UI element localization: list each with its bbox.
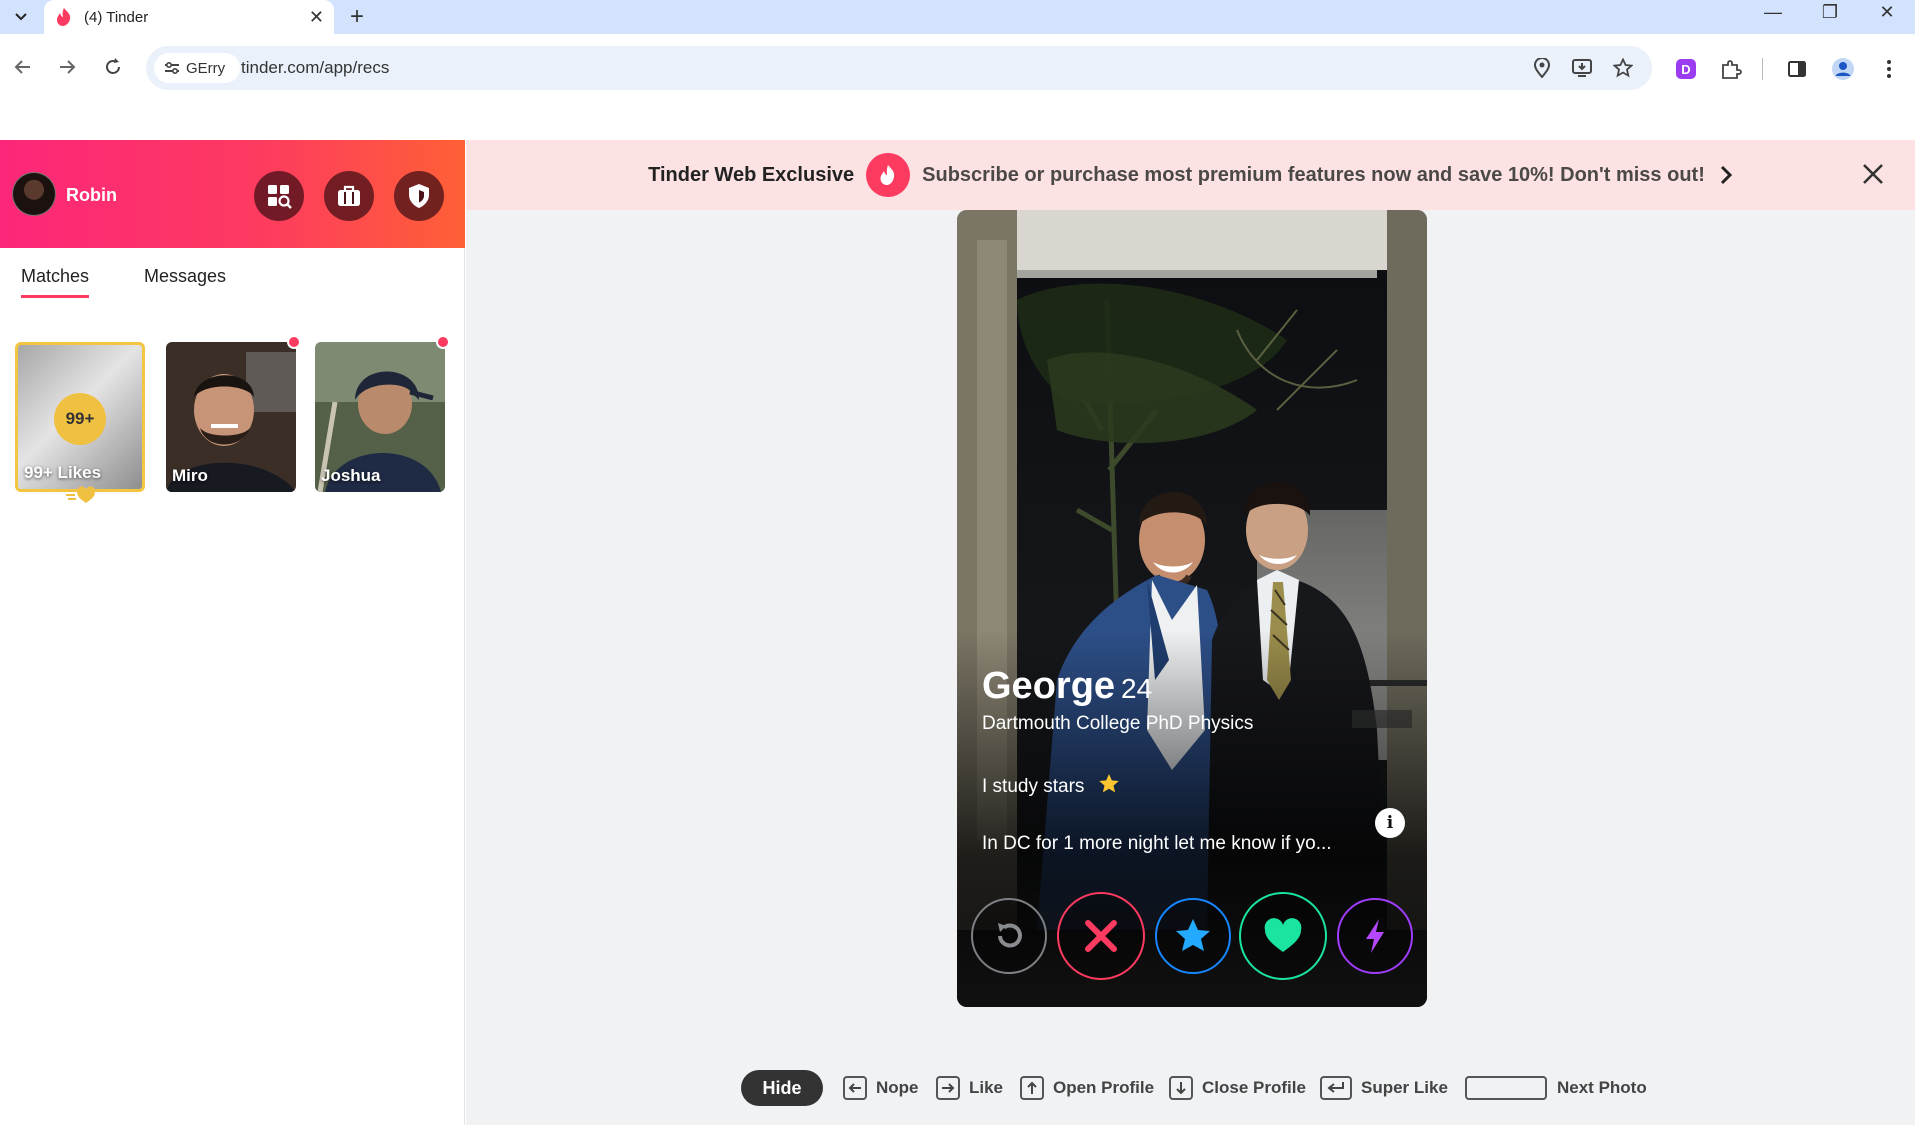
gold-heart-icon (64, 486, 96, 503)
sidebar-header: Robin (0, 140, 465, 248)
toolbar-divider (1762, 58, 1763, 80)
rewind-icon (998, 923, 1022, 948)
restore-button[interactable]: ❐ (1815, 2, 1845, 23)
shortcut-next-photo-label: Next Photo (1557, 1078, 1647, 1097)
side-panel-icon[interactable] (1784, 56, 1810, 82)
shortcut-close-profile-label: Close Profile (1202, 1078, 1306, 1097)
profile-avatar-icon[interactable] (1830, 56, 1856, 82)
profile-age: 24 (1121, 673, 1153, 704)
tinder-flame-icon (57, 8, 71, 26)
super-like-button[interactable] (1155, 898, 1231, 974)
extensions-puzzle-icon[interactable] (1718, 56, 1744, 82)
shortcut-super-like-label: Super Like (1361, 1078, 1448, 1097)
info-icon[interactable]: i (1375, 808, 1405, 838)
tab-close-icon[interactable]: ✕ (309, 7, 324, 28)
right-arrow-key-icon (936, 1076, 960, 1100)
match-card-miro[interactable]: Miro (166, 342, 296, 492)
minimize-button[interactable]: — (1758, 2, 1788, 23)
sidebar-tabs: Matches Messages (0, 266, 465, 306)
browser-toolbar: GErry tinder.com/app/recs D (0, 34, 1915, 102)
shortcut-nope-label: Nope (876, 1078, 919, 1097)
tab-search-button[interactable] (8, 5, 34, 29)
hide-shortcuts-button[interactable]: Hide (741, 1070, 823, 1106)
chevron-right-icon[interactable] (1719, 164, 1733, 186)
likes-card[interactable]: 99+ 99+ Likes (15, 342, 145, 492)
location-icon[interactable] (1530, 56, 1554, 80)
space-key-icon (1465, 1076, 1547, 1100)
bookmark-star-icon[interactable] (1611, 56, 1635, 80)
new-tab-button[interactable]: + (350, 3, 364, 31)
like-button[interactable] (1239, 892, 1327, 980)
briefcase-icon (338, 185, 360, 206)
banner-flame-icon (866, 153, 911, 197)
unread-dot-miro (287, 335, 301, 349)
address-bar[interactable]: GErry tinder.com/app/recs (146, 46, 1652, 90)
close-window-button[interactable]: ✕ (1872, 2, 1902, 23)
up-arrow-key-icon (1020, 1076, 1044, 1100)
main-area: Tinder Web Exclusive Subscribe or purcha… (466, 140, 1915, 1125)
browser-tab[interactable]: (4) Tinder ✕ (44, 0, 334, 34)
promo-banner[interactable]: Tinder Web Exclusive Subscribe or purcha… (466, 140, 1915, 210)
arrow-right-icon (60, 60, 76, 74)
browser-tabstrip: (4) Tinder ✕ + — ❐ ✕ (0, 0, 1915, 34)
shortcut-open-profile-label: Open Profile (1053, 1078, 1155, 1097)
reload-button[interactable] (98, 52, 128, 82)
profile-bio-line2: In DC for 1 more night let me know if yo… (982, 833, 1332, 854)
down-arrow-key-icon (1169, 1076, 1193, 1100)
likes-count-badge: 99+ (54, 393, 106, 445)
tab-title: (4) Tinder (84, 8, 149, 26)
explore-button[interactable] (254, 171, 304, 221)
tab-messages[interactable]: Messages (144, 266, 226, 295)
profile-name[interactable]: George 24 (982, 665, 1152, 708)
match-name-joshua: Joshua (321, 466, 381, 485)
left-arrow-key-icon (843, 1076, 867, 1100)
work-mode-button[interactable] (324, 171, 374, 221)
likes-label: 99+ Likes (24, 463, 102, 482)
close-icon[interactable] (1861, 162, 1885, 186)
star-emoji-icon (1098, 774, 1119, 793)
boost-bolt-icon (1366, 919, 1384, 953)
banner-title: Tinder Web Exclusive (648, 163, 855, 186)
tune-icon (165, 61, 179, 75)
shield-icon (409, 184, 429, 208)
unread-dot-joshua (436, 335, 450, 349)
nope-x-icon (1085, 920, 1117, 952)
profile-bio-line1: I study stars (982, 773, 1120, 798)
chevron-down-icon (15, 13, 27, 21)
url-text[interactable]: tinder.com/app/recs (241, 58, 389, 78)
explore-grid-search-icon (268, 185, 292, 209)
shortcut-like-label: Like (969, 1078, 1004, 1097)
user-avatar[interactable] (12, 172, 56, 216)
extension-d-icon[interactable]: D (1673, 56, 1699, 82)
keyboard-shortcuts-bar: Hide Nope Like Open Profile Close Profil… (466, 1068, 1915, 1108)
arrow-left-icon (14, 60, 30, 74)
install-app-icon[interactable] (1570, 56, 1594, 80)
profile-card[interactable]: George 24 Dartmouth College PhD Physics I… (957, 210, 1427, 1007)
super-like-star-icon (1176, 919, 1210, 951)
reload-icon (106, 58, 120, 74)
nope-button[interactable] (1057, 892, 1145, 980)
boost-button[interactable] (1337, 898, 1413, 974)
rewind-button[interactable] (971, 898, 1047, 974)
match-card-joshua[interactable]: Joshua (315, 342, 445, 492)
back-button[interactable] (8, 52, 38, 82)
like-heart-icon (1264, 918, 1302, 952)
profile-school: Dartmouth College PhD Physics (982, 713, 1254, 734)
safety-button[interactable] (394, 171, 444, 221)
more-menu-icon[interactable] (1876, 56, 1902, 82)
sidebar: Robin Matches Messages 99+ 99+ Likes Mir… (0, 140, 465, 1125)
match-name-miro: Miro (172, 466, 208, 485)
enter-key-icon (1320, 1076, 1352, 1100)
site-info-chip[interactable]: GErry (154, 53, 240, 83)
forward-button[interactable] (52, 52, 82, 82)
site-chip-label: GErry (186, 59, 226, 77)
banner-text: Subscribe or purchase most premium featu… (922, 163, 1705, 186)
tab-matches[interactable]: Matches (21, 266, 90, 298)
user-name[interactable]: Robin (66, 185, 117, 206)
